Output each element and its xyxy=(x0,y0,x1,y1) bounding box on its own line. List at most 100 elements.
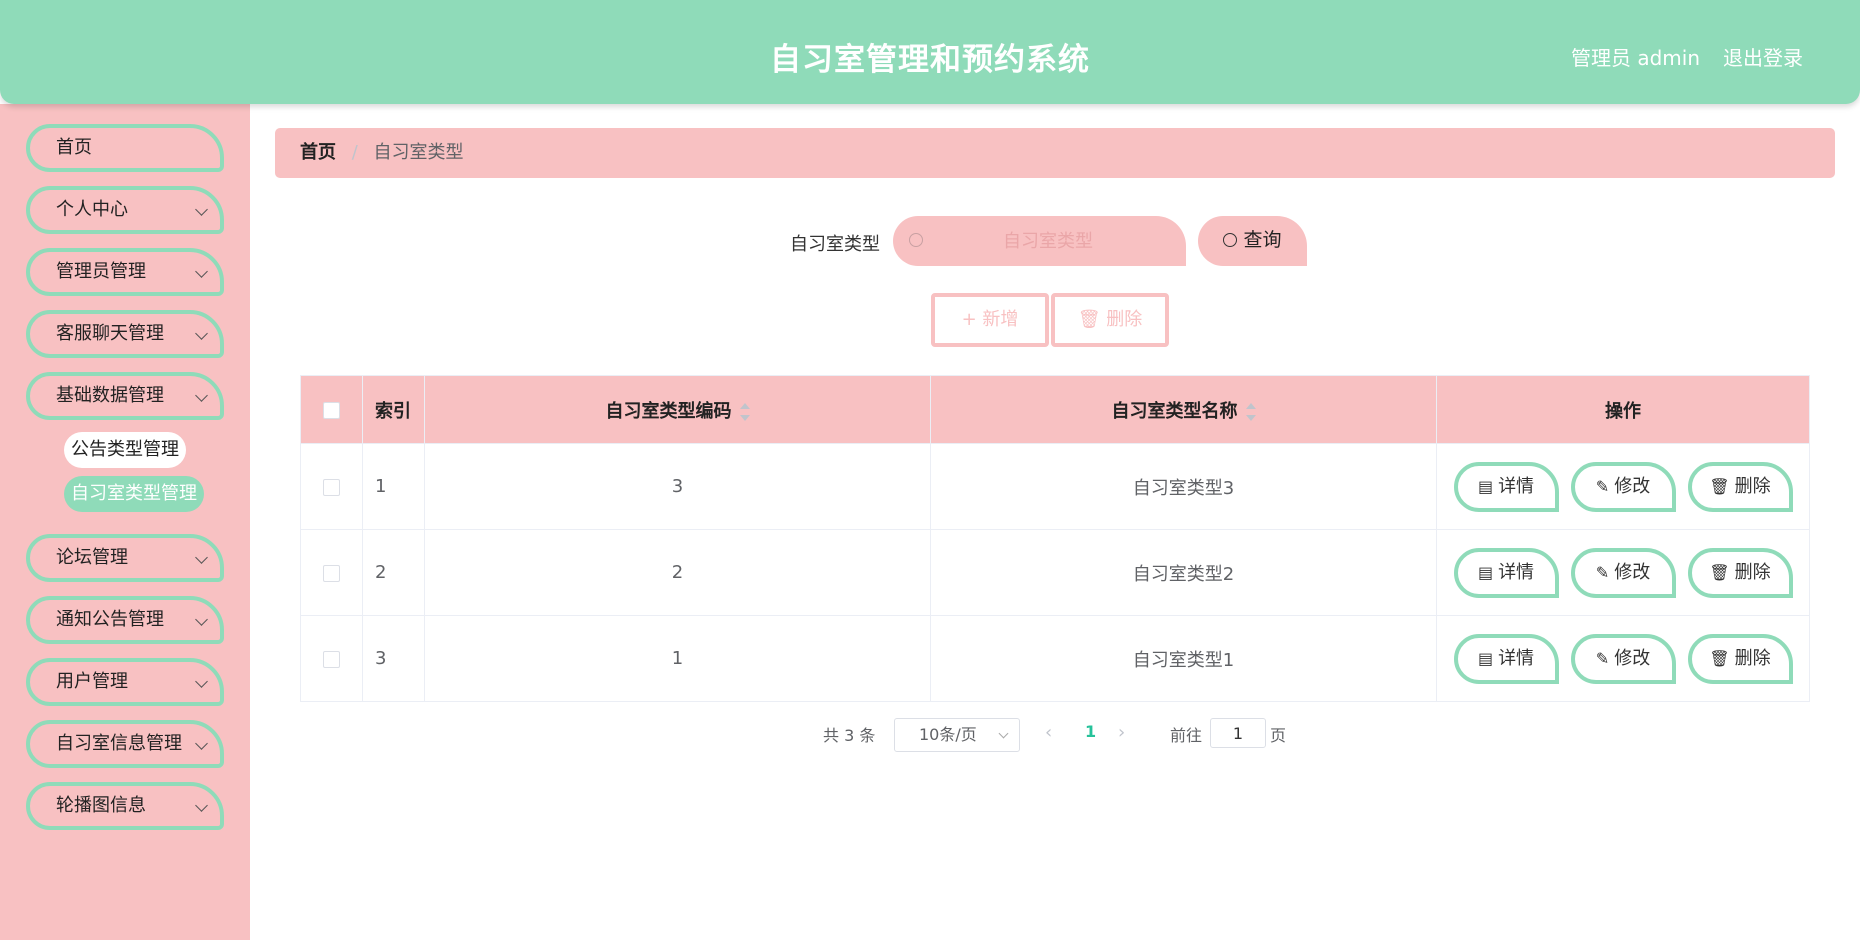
row-ops: ▤ 详情 ✎ 修改 🗑 删除 xyxy=(1436,529,1810,616)
trash-icon: 🗑 xyxy=(1709,476,1730,496)
sidebar-item-personal-center[interactable]: 个人中心 xyxy=(26,186,224,234)
row-code: 3 xyxy=(424,443,931,530)
page-jump-input[interactable] xyxy=(1210,718,1266,748)
column-header-index: 索引 xyxy=(362,375,425,444)
edit-button-label: 修改 xyxy=(1614,561,1651,583)
row-ops: ▤ 详情 ✎ 修改 🗑 删除 xyxy=(1436,443,1810,530)
row-checkbox[interactable] xyxy=(323,564,340,582)
chevron-down-icon xyxy=(195,203,208,216)
edit-button[interactable]: ✎ 修改 xyxy=(1570,547,1676,598)
sidebar-item-label: 客服聊天管理 xyxy=(56,323,164,344)
sidebar-item-label: 个人中心 xyxy=(56,199,128,220)
query-button[interactable]: 查询 xyxy=(1198,216,1307,266)
sidebar-item-chat-management[interactable]: 客服聊天管理 xyxy=(26,310,224,358)
table-row: 3 1 自习室类型1 ▤ 详情 ✎ 修改 🗑 删除 xyxy=(300,615,1810,702)
sidebar-item-label: 基础数据管理 xyxy=(56,385,164,406)
delete-button[interactable]: 🗑 删除 xyxy=(1687,633,1793,684)
detail-button[interactable]: ▤ 详情 xyxy=(1453,633,1559,684)
search-input[interactable] xyxy=(933,216,1163,266)
sidebar-item-label: 轮播图信息 xyxy=(56,795,146,816)
document-icon: ▤ xyxy=(1477,476,1494,496)
table-header-row: 索引 自习室类型编码 自习室类型名称 操作 xyxy=(300,375,1810,444)
column-header-ops: 操作 xyxy=(1436,375,1810,444)
delete-button-label: 删除 xyxy=(1734,647,1771,669)
sidebar-item-room-info[interactable]: 自习室信息管理 xyxy=(26,720,224,768)
row-name: 自习室类型3 xyxy=(930,443,1437,530)
page-unit-label: 页 xyxy=(1270,726,1287,745)
edit-button[interactable]: ✎ 修改 xyxy=(1570,461,1676,512)
add-button[interactable]: + 新增 xyxy=(931,293,1049,347)
trash-icon: 🗑 xyxy=(1709,562,1730,582)
row-index: 2 xyxy=(362,529,425,616)
search-label: 自习室类型 xyxy=(790,234,880,255)
sidebar-item-label: 用户管理 xyxy=(56,671,128,692)
detail-button[interactable]: ▤ 详情 xyxy=(1453,461,1559,512)
breadcrumb: 首页 / 自习室类型 xyxy=(275,128,1835,178)
top-header: 自习室管理和预约系统 管理员 admin 退出登录 xyxy=(0,0,1860,104)
row-select-cell xyxy=(300,443,363,530)
select-all-checkbox[interactable] xyxy=(323,401,340,419)
pencil-icon: ✎ xyxy=(1595,476,1610,496)
search-box xyxy=(893,216,1186,266)
chevron-down-icon xyxy=(195,613,208,626)
sidebar-item-carousel[interactable]: 轮播图信息 xyxy=(26,782,224,830)
sort-icon[interactable] xyxy=(1245,402,1256,421)
search-icon xyxy=(1223,233,1238,247)
detail-button[interactable]: ▤ 详情 xyxy=(1453,547,1559,598)
sidebar-item-label: 通知公告管理 xyxy=(56,609,164,630)
sidebar-item-notice[interactable]: 通知公告管理 xyxy=(26,596,224,644)
sidebar-item-forum[interactable]: 论坛管理 xyxy=(26,534,224,582)
sidebar-item-label: 管理员管理 xyxy=(56,261,146,282)
edit-button[interactable]: ✎ 修改 xyxy=(1570,633,1676,684)
sidebar-item-basic-data[interactable]: 基础数据管理 xyxy=(26,372,224,420)
chevron-down-icon xyxy=(195,327,208,340)
delete-button[interactable]: 🗑 删除 xyxy=(1687,461,1793,512)
page-size-select[interactable]: 10条/页 xyxy=(894,718,1020,752)
chevron-down-icon xyxy=(998,728,1009,739)
page-number[interactable]: 1 xyxy=(1085,722,1096,741)
detail-button-label: 详情 xyxy=(1498,475,1535,497)
trash-icon: 🗑 xyxy=(1077,309,1101,330)
edit-button-label: 修改 xyxy=(1614,475,1651,497)
row-ops: ▤ 详情 ✎ 修改 🗑 删除 xyxy=(1436,615,1810,702)
detail-button-label: 详情 xyxy=(1498,647,1535,669)
breadcrumb-separator: / xyxy=(351,142,358,163)
table-row: 1 3 自习室类型3 ▤ 详情 ✎ 修改 🗑 删除 xyxy=(300,443,1810,530)
row-checkbox[interactable] xyxy=(323,650,340,668)
submenu-item-room-type[interactable]: 自习室类型管理 xyxy=(64,476,204,512)
document-icon: ▤ xyxy=(1477,562,1494,582)
batch-delete-button[interactable]: 🗑 删除 xyxy=(1051,293,1169,347)
row-index: 3 xyxy=(362,615,425,702)
row-index: 1 xyxy=(362,443,425,530)
breadcrumb-home[interactable]: 首页 xyxy=(300,142,336,163)
document-icon: ▤ xyxy=(1477,648,1494,668)
column-header-code[interactable]: 自习室类型编码 xyxy=(424,375,931,444)
goto-label: 前往 xyxy=(1170,726,1203,745)
logout-link[interactable]: 退出登录 xyxy=(1723,42,1803,71)
column-header-name-label: 自习室类型名称 xyxy=(1111,400,1238,422)
current-user: 管理员 admin xyxy=(1570,46,1700,70)
trash-icon: 🗑 xyxy=(1709,648,1730,668)
row-code: 2 xyxy=(424,529,931,616)
query-button-label: 查询 xyxy=(1243,229,1282,251)
chevron-down-icon xyxy=(195,737,208,750)
sidebar-item-user[interactable]: 用户管理 xyxy=(26,658,224,706)
batch-delete-button-label: 删除 xyxy=(1106,309,1143,330)
sidebar-item-label: 论坛管理 xyxy=(56,547,128,568)
select-all-cell xyxy=(300,375,363,444)
submenu-item-notice-type[interactable]: 公告类型管理 xyxy=(64,432,186,468)
chevron-down-icon xyxy=(195,265,208,278)
chevron-down-icon xyxy=(195,551,208,564)
chevron-down-icon xyxy=(195,389,208,402)
sort-icon[interactable] xyxy=(739,402,750,421)
delete-button-label: 删除 xyxy=(1734,561,1771,583)
sidebar-item-home[interactable]: 首页 xyxy=(26,124,224,172)
sidebar-item-label: 自习室信息管理 xyxy=(56,733,182,754)
delete-button[interactable]: 🗑 删除 xyxy=(1687,547,1793,598)
column-header-name[interactable]: 自习室类型名称 xyxy=(930,375,1437,444)
table-row: 2 2 自习室类型2 ▤ 详情 ✎ 修改 🗑 删除 xyxy=(300,529,1810,616)
sidebar-item-admin-management[interactable]: 管理员管理 xyxy=(26,248,224,296)
next-page-button[interactable]: › xyxy=(1118,722,1125,743)
row-checkbox[interactable] xyxy=(323,478,340,496)
prev-page-button[interactable]: ‹ xyxy=(1045,722,1052,743)
